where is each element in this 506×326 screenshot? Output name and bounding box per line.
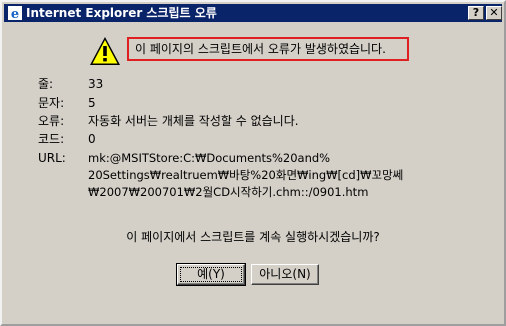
title-bar[interactable]: e Internet Explorer 스크립트 오류 ? ✕: [4, 4, 502, 22]
error-label: 오류:: [38, 114, 65, 128]
line-value: 33: [88, 77, 104, 91]
url-value: mk:@MSITStore:C:₩Documents%20and% 20Sett…: [88, 150, 403, 201]
url-label: URL:: [38, 151, 66, 165]
error-message: 이 페이지의 스크립트에서 오류가 발생하였습니다.: [127, 37, 409, 61]
char-label: 문자:: [38, 96, 65, 110]
code-label: 코드:: [38, 132, 65, 146]
line-label: 줄:: [38, 77, 54, 91]
script-error-dialog: e Internet Explorer 스크립트 오류 ? ✕ 이 페이지의 스…: [0, 0, 506, 326]
svg-text:e: e: [11, 7, 19, 21]
code-value: 0: [88, 132, 96, 146]
no-button[interactable]: 아니오(N): [251, 264, 319, 285]
ie-icon: e: [8, 6, 22, 21]
char-value: 5: [88, 96, 96, 110]
continue-question: 이 페이지에서 스크립트를 계속 실행하시겠습니까?: [126, 230, 380, 244]
url-line: 20Settings₩realtruem₩바탕%20화면₩ing₩[cd]₩꼬망…: [88, 168, 404, 182]
yes-button[interactable]: 예(Y): [176, 263, 246, 286]
warning-icon: [90, 37, 120, 65]
yes-button-label: 예(Y): [180, 267, 242, 282]
close-button[interactable]: ✕: [486, 6, 502, 20]
url-line: ₩2007₩200701₩2월CD시작하기.chm::/0901.htm: [88, 185, 369, 199]
window-title: Internet Explorer 스크립트 오류: [26, 6, 217, 20]
help-button[interactable]: ?: [468, 6, 484, 20]
url-line: mk:@MSITStore:C:₩Documents%20and%: [88, 151, 331, 165]
error-value: 자동화 서버는 개체를 작성할 수 없습니다.: [88, 114, 299, 128]
